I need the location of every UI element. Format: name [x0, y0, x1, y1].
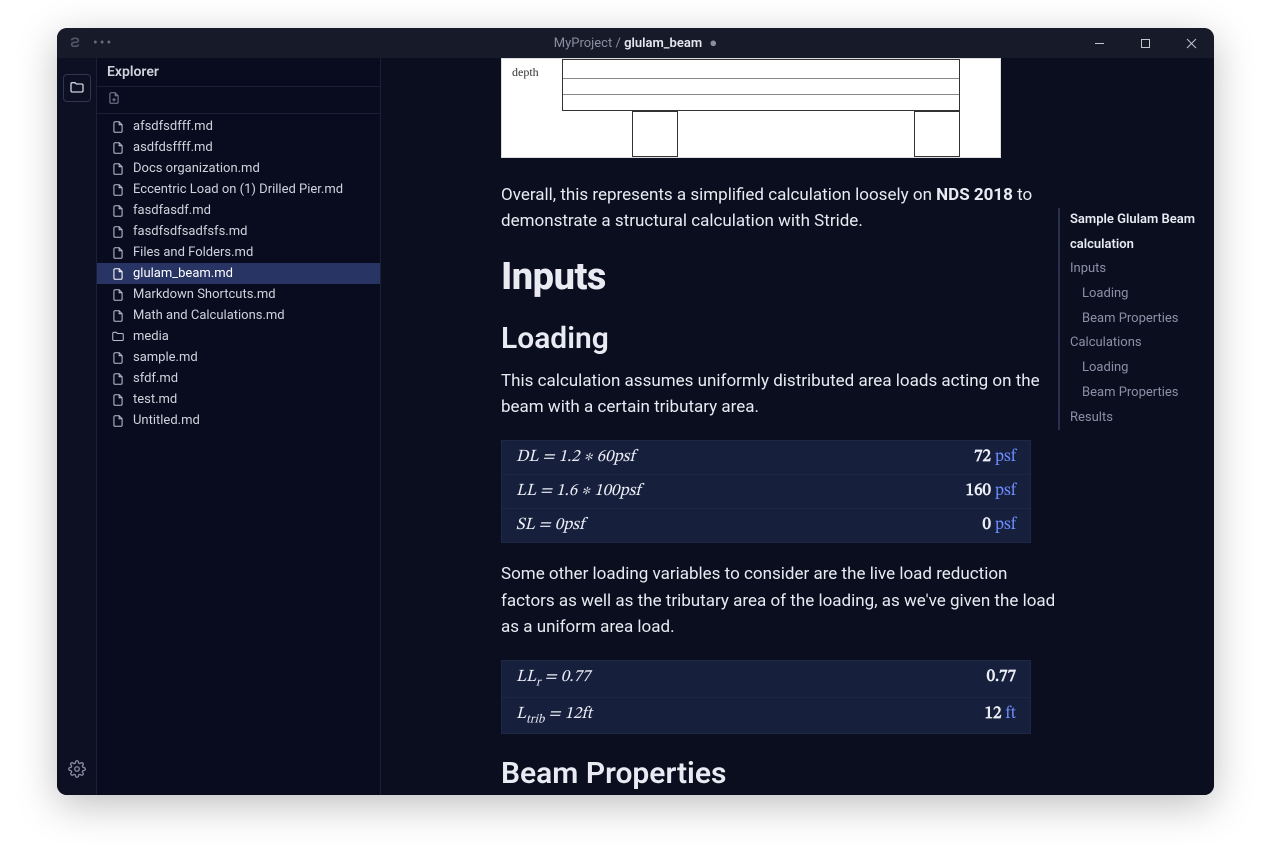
file-item[interactable]: sfdf.md — [97, 368, 380, 389]
explorer-activity-button[interactable] — [63, 74, 91, 102]
activity-bar — [57, 58, 97, 795]
calc-row[interactable]: LL = 1.6 ∗ 100psf160psf — [502, 474, 1030, 508]
intro-paragraph[interactable]: Overall, this represents a simplified ca… — [501, 182, 1061, 235]
outline-item[interactable]: Sample Glulam Beam calculation — [1070, 208, 1198, 257]
file-name: Math and Calculations.md — [133, 308, 285, 323]
outline-item[interactable]: Beam Properties — [1070, 381, 1198, 406]
file-item[interactable]: sample.md — [97, 347, 380, 368]
file-name: glulam_beam.md — [133, 266, 233, 281]
outline-item[interactable]: Loading — [1070, 356, 1198, 381]
calc-row[interactable]: DL = 1.2 ∗ 60psf72psf — [502, 441, 1030, 474]
explorer-title: Explorer — [97, 58, 380, 87]
file-item[interactable]: Docs organization.md — [97, 158, 380, 179]
file-name: afsdfsdfff.md — [133, 119, 213, 134]
loading-vars-table[interactable]: LLr = 0.770.77Ltrib = 12ft12ft — [501, 660, 1031, 734]
outline-item[interactable]: Calculations — [1070, 331, 1198, 356]
app-menu-button[interactable]: ••• — [93, 35, 113, 51]
file-item[interactable]: afsdfsdfff.md — [97, 116, 380, 137]
outline-item[interactable]: Beam Properties — [1070, 307, 1198, 332]
beam-diagram-image: depth — [501, 58, 1001, 158]
file-item[interactable]: fasdfasdf.md — [97, 200, 380, 221]
calc-row[interactable]: Ltrib = 12ft12ft — [502, 697, 1030, 733]
title-breadcrumb: MyProject / glulam_beam ● — [57, 35, 1214, 51]
calc-result: 12ft — [856, 704, 1016, 727]
calc-expression: Ltrib = 12ft — [516, 704, 856, 727]
open-file-name: glulam_beam — [624, 36, 702, 51]
project-name: MyProject — [554, 36, 612, 51]
file-name: fasdfasdf.md — [133, 203, 211, 218]
window-close-button[interactable] — [1168, 28, 1214, 58]
loading-calculation-table[interactable]: DL = 1.2 ∗ 60psf72psfLL = 1.6 ∗ 100psf16… — [501, 440, 1031, 543]
titlebar[interactable]: ••• MyProject / glulam_beam ● — [57, 28, 1214, 58]
outline-item[interactable]: Loading — [1070, 282, 1198, 307]
file-name: test.md — [133, 392, 177, 407]
calc-result: 160psf — [856, 481, 1016, 502]
file-name: Eccentric Load on (1) Drilled Pier.md — [133, 182, 343, 197]
file-item[interactable]: glulam_beam.md — [97, 263, 380, 284]
app-window: ••• MyProject / glulam_beam ● — [57, 28, 1214, 795]
settings-button[interactable] — [63, 755, 91, 783]
explorer-sidebar: Explorer afsdfsdfff.md asdfdsffff.md Docs … — [97, 58, 381, 795]
calc-result: 0.77 — [856, 667, 1016, 690]
calc-result: 0psf — [856, 515, 1016, 536]
dirty-indicator: ● — [709, 36, 717, 51]
document-outline: Sample Glulam Beam calculationInputsLoad… — [1058, 208, 1198, 430]
file-name: sample.md — [133, 350, 198, 365]
file-item[interactable]: media — [97, 326, 380, 347]
file-name: Untitled.md — [133, 413, 200, 428]
file-name: media — [133, 329, 169, 344]
file-item[interactable]: Math and Calculations.md — [97, 305, 380, 326]
file-item[interactable]: fasdfsdfsadfsfs.md — [97, 221, 380, 242]
heading-loading[interactable]: Loading — [501, 321, 1061, 356]
file-item[interactable]: Eccentric Load on (1) Drilled Pier.md — [97, 179, 380, 200]
file-item[interactable]: asdfdsffff.md — [97, 137, 380, 158]
file-item[interactable]: Files and Folders.md — [97, 242, 380, 263]
file-item[interactable]: test.md — [97, 389, 380, 410]
heading-inputs[interactable]: Inputs — [501, 255, 1061, 299]
calc-expression: DL = 1.2 ∗ 60psf — [516, 447, 856, 468]
new-file-button[interactable] — [107, 94, 121, 109]
calc-row[interactable]: SL = 0psf0psf — [502, 508, 1030, 542]
heading-beam-properties[interactable]: Beam Properties — [501, 756, 1061, 791]
calc-expression: SL = 0psf — [516, 515, 856, 536]
file-name: asdfdsffff.md — [133, 140, 213, 155]
file-name: fasdfsdfsadfsfs.md — [133, 224, 247, 239]
file-list[interactable]: afsdfsdfff.md asdfdsffff.md Docs organizat… — [97, 114, 380, 795]
outline-item[interactable]: Results — [1070, 406, 1198, 431]
outline-item[interactable]: Inputs — [1070, 257, 1198, 282]
app-logo-icon — [67, 35, 83, 51]
file-item[interactable]: Markdown Shortcuts.md — [97, 284, 380, 305]
window-minimize-button[interactable] — [1076, 28, 1122, 58]
file-name: Markdown Shortcuts.md — [133, 287, 276, 302]
calc-result: 72psf — [856, 447, 1016, 468]
calc-row[interactable]: LLr = 0.770.77 — [502, 661, 1030, 696]
editor-pane: depth Overall, this represents a simplif… — [381, 58, 1214, 795]
file-name: sfdf.md — [133, 371, 178, 386]
calc-expression: LL = 1.6 ∗ 100psf — [516, 481, 856, 502]
file-item[interactable]: Untitled.md — [97, 410, 380, 431]
calc-expression: LLr = 0.77 — [516, 667, 856, 690]
window-maximize-button[interactable] — [1122, 28, 1168, 58]
loading-paragraph[interactable]: This calculation assumes uniformly distr… — [501, 368, 1061, 421]
loading-paragraph-2[interactable]: Some other loading variables to consider… — [501, 561, 1061, 640]
file-name: Docs organization.md — [133, 161, 260, 176]
file-name: Files and Folders.md — [133, 245, 253, 260]
